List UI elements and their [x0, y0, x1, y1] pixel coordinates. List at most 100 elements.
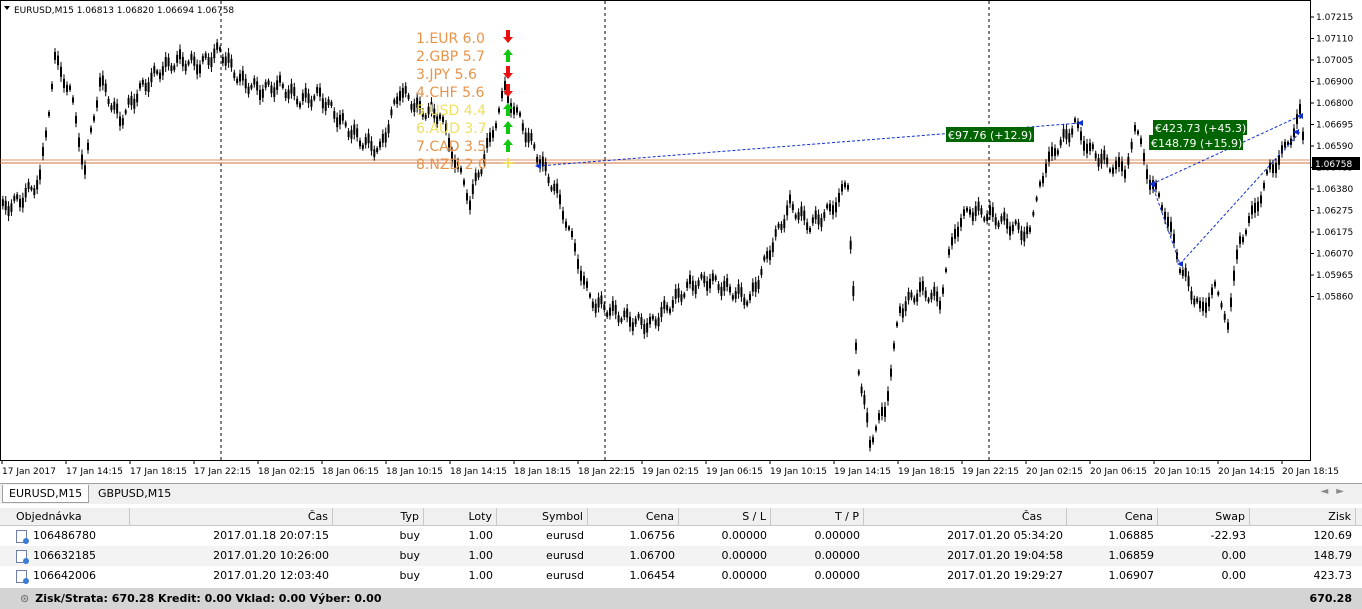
- price-tick-label: 1.05965: [1316, 271, 1353, 281]
- price-bar-body: [1184, 267, 1187, 277]
- price-bar-body: [179, 49, 181, 60]
- col-open-time[interactable]: Čas: [130, 508, 333, 525]
- price-bar-body: [296, 98, 299, 105]
- price-bar-body: [1227, 322, 1229, 330]
- price-bar-body: [803, 210, 806, 221]
- price-tick-label: 1.06380: [1316, 185, 1353, 195]
- table-row[interactable]: 106642006 2017.01.20 12:03:40 buy 1.00 e…: [0, 566, 1362, 586]
- price-bar-body: [649, 316, 651, 325]
- price-bar-body: [104, 83, 107, 93]
- price-bar-body: [553, 183, 556, 192]
- col-close-time[interactable]: Čas: [864, 508, 1067, 525]
- symbol-cell: eurusd: [546, 549, 584, 562]
- price-bar-body: [48, 112, 50, 116]
- price-bar-body: [983, 217, 986, 221]
- price-bar-body: [919, 282, 921, 292]
- price-bar-body: [939, 300, 941, 310]
- price-bar-body: [301, 93, 304, 102]
- price-bar-body: [533, 144, 536, 149]
- price-bar-body: [1065, 129, 1068, 140]
- tab-gbpusd[interactable]: GBPUSD,M15: [92, 485, 177, 502]
- price-bar-body: [896, 322, 898, 327]
- tab-eurusd[interactable]: EURUSD,M15: [2, 485, 90, 503]
- lots-cell: 1.00: [468, 529, 494, 542]
- price-bar-body: [486, 137, 489, 148]
- price-bar-body: [890, 368, 892, 377]
- price-bar-body: [1130, 141, 1133, 150]
- chart-canvas[interactable]: 1.07215 1.07110 1.07005 1.06900 1.06800 1.066…: [0, 0, 1362, 483]
- price-bar-body: [116, 103, 119, 114]
- col-lots[interactable]: Loty: [424, 508, 497, 525]
- price-bar-body: [264, 82, 267, 88]
- price-bar-body: [524, 132, 527, 143]
- price-chart[interactable]: 1.07215 1.07110 1.07005 1.06900 1.06800 1.066…: [0, 0, 1362, 483]
- price-bar-body: [413, 103, 416, 112]
- price-bar-body: [130, 96, 133, 106]
- price-bar-body: [556, 183, 559, 194]
- close-time-cell: 2017.01.20 05:34:20: [947, 529, 1063, 542]
- chart-header: EURUSD,M15 1.06813 1.06820 1.06694 1.067…: [14, 6, 234, 16]
- price-bar-body: [691, 280, 694, 291]
- price-bar-body: [814, 210, 817, 220]
- price-bar-body: [826, 204, 829, 209]
- price-bar-body: [933, 286, 936, 296]
- tab-scroll-arrows[interactable]: ◄►: [1321, 486, 1352, 497]
- currency-strength-row: 6.AUD 3.7: [416, 121, 487, 137]
- time-tick-label: 17 Jan 22:15: [194, 467, 251, 477]
- price-tick-label: 1.06695: [1316, 121, 1353, 131]
- price-bar-body: [516, 107, 518, 113]
- col-order[interactable]: Objednávka: [12, 508, 130, 525]
- price-bar-body: [399, 91, 401, 101]
- price-bar-body: [746, 301, 749, 306]
- col-close-price[interactable]: Cena: [1067, 508, 1158, 525]
- price-bar-body: [1097, 158, 1100, 167]
- price-bar-body: [901, 308, 904, 318]
- order-cell: 106632185: [12, 546, 130, 566]
- col-sl[interactable]: S / L: [679, 508, 771, 525]
- price-bar-body: [1233, 270, 1235, 281]
- price-bar-body: [640, 317, 643, 326]
- price-bar-body: [379, 141, 381, 148]
- price-bar-body: [927, 298, 930, 302]
- price-bar-body: [749, 294, 751, 301]
- close-price-cell: 1.06859: [1108, 549, 1155, 562]
- price-bar-body: [1202, 301, 1204, 312]
- price-bar-body: [811, 217, 814, 224]
- price-bar-body: [597, 297, 600, 308]
- price-bar-body: [875, 426, 877, 431]
- price-bar-body: [789, 194, 791, 204]
- total-profit: 670.28: [1309, 592, 1352, 605]
- price-bar-body: [144, 82, 147, 92]
- price-bar-body: [1302, 131, 1304, 141]
- col-tp[interactable]: T / P: [771, 508, 864, 525]
- time-tick-label: 19 Jan 14:15: [834, 467, 891, 477]
- col-type[interactable]: Typ: [333, 508, 424, 525]
- price-bar-body: [1272, 164, 1274, 174]
- price-bar-body: [1205, 302, 1207, 313]
- price-bar-body: [101, 75, 104, 86]
- table-header: Objednávka Čas Typ Loty Symbol Cena S / …: [0, 508, 1362, 526]
- price-bar-body: [213, 48, 216, 59]
- price-bar-body: [835, 202, 837, 213]
- table-row[interactable]: 106632185 2017.01.20 10:26:00 buy 1.00 e…: [0, 546, 1362, 566]
- col-open-price[interactable]: Cena: [588, 508, 679, 525]
- table-row[interactable]: 106486780 2017.01.18 20:07:15 buy 1.00 e…: [0, 526, 1362, 546]
- col-profit[interactable]: Zisk: [1250, 508, 1356, 525]
- price-bar-body: [1208, 297, 1210, 307]
- currency-strength-row: 7.CAD 3.5: [416, 139, 486, 155]
- col-symbol[interactable]: Symbol: [497, 508, 588, 525]
- price-bar-body: [241, 70, 244, 81]
- price-bar-body: [571, 231, 573, 237]
- col-swap[interactable]: Swap: [1158, 508, 1250, 525]
- price-bar-body: [69, 85, 71, 90]
- price-bar-body: [463, 180, 465, 185]
- price-bar-body: [39, 169, 41, 180]
- price-bar-body: [623, 310, 626, 318]
- price-bar-body: [1000, 216, 1003, 222]
- price-bar-body: [1263, 183, 1265, 189]
- price-bar-body: [948, 249, 950, 255]
- price-bar-body: [669, 308, 671, 314]
- tp-cell: 0.00000: [814, 569, 861, 582]
- price-bar-body: [823, 212, 826, 219]
- price-bar-body: [477, 172, 480, 178]
